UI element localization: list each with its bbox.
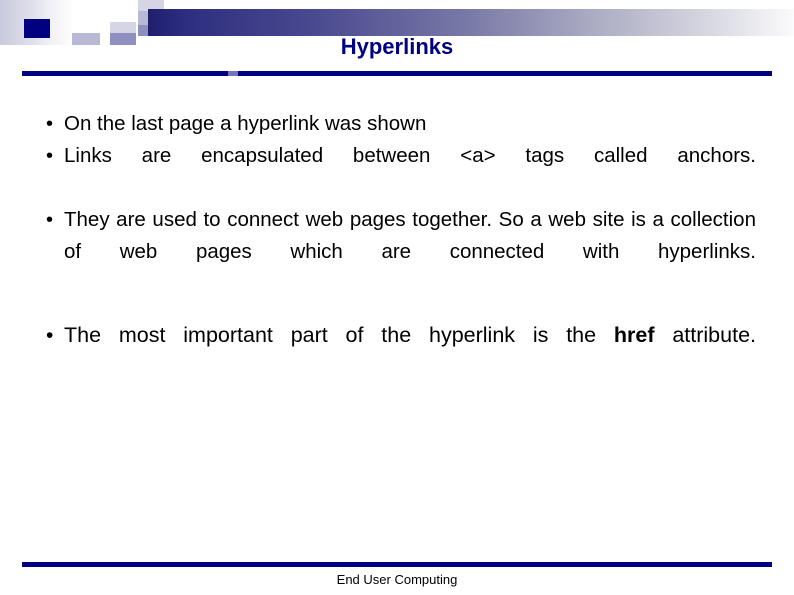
footer-text: End User Computing: [336, 572, 458, 587]
bullet-dot-icon: •: [46, 324, 54, 347]
header-gradient-bar: [148, 9, 794, 36]
deco-square-pale-mid: [110, 22, 136, 33]
bullet-dot-icon: •: [46, 145, 54, 167]
bullet-dot-icon: •: [46, 113, 54, 135]
bullet-text-2: Links are encapsulated between <a> tags …: [64, 144, 756, 167]
bullet-text-1: On the last page a hyperlink was shown: [64, 112, 427, 135]
bullet-item-4: • The most important part of the hyperli…: [38, 314, 756, 400]
slide-title: Hyperlinks: [340, 34, 454, 59]
slide-canvas: Hyperlinks • On the last page a hyperlin…: [0, 0, 794, 595]
bullet-item-1: • On the last page a hyperlink was shown: [38, 108, 756, 140]
title-underline-rule: [22, 71, 772, 76]
title-underline-gap: [228, 71, 238, 76]
href-keyword: href: [613, 323, 655, 347]
bullet-text-4-after: attribute.: [654, 323, 757, 347]
bullet-item-2: • Links are encapsulated between <a> tag…: [38, 140, 756, 204]
bullet-text-3: They are used to connect web pages toget…: [64, 208, 756, 263]
footer-rule: [22, 562, 772, 567]
bullet-dot-icon: •: [46, 209, 54, 231]
slide-body: • On the last page a hyperlink was shown…: [38, 108, 756, 400]
bullet-text-4-before: The most important part of the hyperlink…: [64, 323, 614, 347]
bullet-text-4: The most important part of the hyperlink…: [64, 314, 756, 400]
bullet-item-3: • They are used to connect web pages tog…: [38, 204, 756, 300]
